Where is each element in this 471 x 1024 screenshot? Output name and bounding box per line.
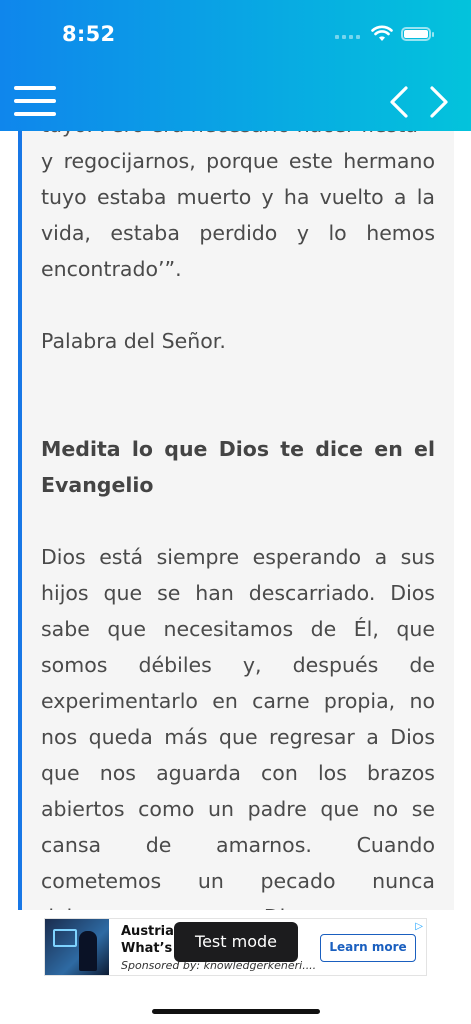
cellular-signal-icon [335,29,361,39]
test-mode-toast: Test mode [174,922,298,962]
reflection-paragraph: Dios está siempre esperando a sus hijos … [41,545,435,910]
battery-icon [401,27,434,41]
word-of-the-lord: Palabra del Señor. [41,329,226,353]
status-time: 8:52 [62,22,116,46]
status-icons [335,24,434,44]
learn-more-button[interactable]: Learn more [320,934,416,962]
home-indicator[interactable] [152,1009,320,1014]
wifi-icon [371,25,393,41]
ad-image[interactable] [45,919,109,975]
chevron-right-icon[interactable] [426,84,452,120]
ad-choices-icon[interactable]: ▷ [415,921,423,932]
gospel-ending-paragraph: y regocijarnos, porque este hermano tuyo… [41,149,435,281]
reading-panel[interactable]: tuyo. Pero era necesario hacer fiesta y … [18,131,454,910]
ad-title-line2[interactable]: What’s [121,941,172,956]
hamburger-menu-icon[interactable] [14,86,56,118]
reflection-heading: Medita lo que Dios te dice en el Evangel… [41,437,435,497]
app-header: 8:52 [0,0,471,131]
chevron-left-icon[interactable] [386,84,412,120]
cut-off-line: tuyo. Pero era necesario hacer fiesta [41,131,435,143]
